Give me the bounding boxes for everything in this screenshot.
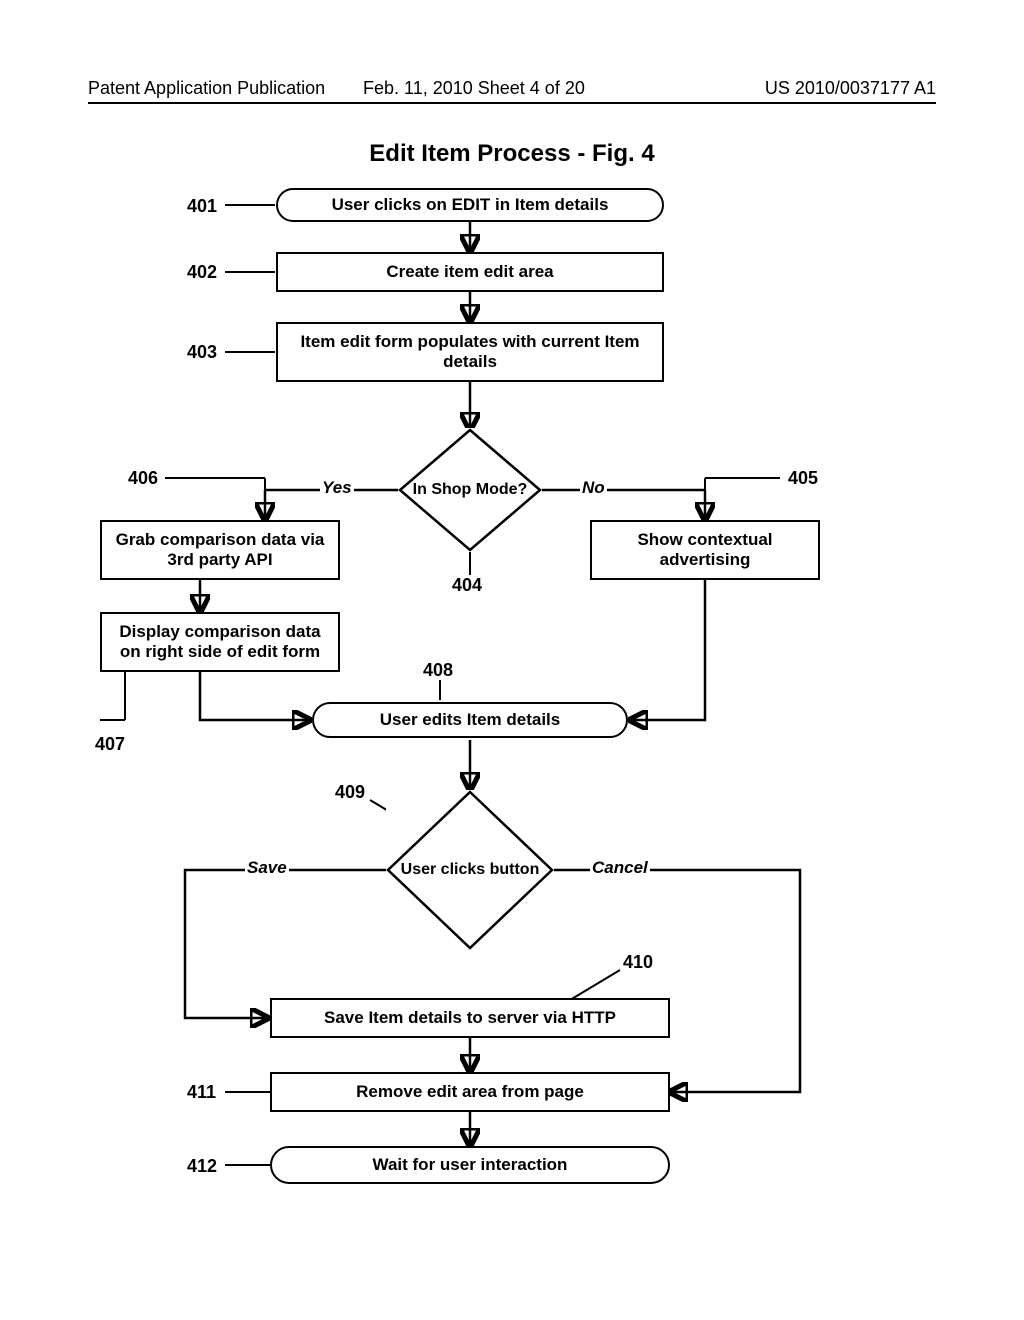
ref-401: 401 — [187, 196, 217, 217]
node-404-text: In Shop Mode? — [398, 428, 542, 552]
node-407-text: Display comparison data on right side of… — [102, 618, 338, 665]
ref-411: 411 — [187, 1082, 216, 1103]
ref-409: 409 — [335, 782, 365, 803]
ref-412: 412 — [187, 1156, 217, 1177]
node-403: Item edit form populates with current It… — [276, 322, 664, 382]
node-411: Remove edit area from page — [270, 1072, 670, 1112]
node-409-text: User clicks button — [386, 790, 554, 950]
node-405: Show contextual advertising — [590, 520, 820, 580]
edge-yes: Yes — [320, 478, 354, 498]
node-412-end: Wait for user interaction — [270, 1146, 670, 1184]
node-409-decision: User clicks button — [386, 790, 554, 950]
ref-403: 403 — [187, 342, 217, 363]
ref-402: 402 — [187, 262, 217, 283]
header-rule — [88, 102, 936, 104]
node-410-text: Save Item details to server via HTTP — [314, 1004, 626, 1032]
node-412-text: Wait for user interaction — [363, 1151, 578, 1179]
figure-title: Edit Item Process - Fig. 4 — [0, 140, 1024, 168]
node-403-text: Item edit form populates with current It… — [278, 328, 662, 375]
ref-410: 410 — [623, 952, 653, 973]
node-408-text: User edits Item details — [370, 706, 570, 734]
node-404-decision: In Shop Mode? — [398, 428, 542, 552]
ref-406: 406 — [128, 468, 158, 489]
node-401-text: User clicks on EDIT in Item details — [322, 191, 619, 219]
header-left: Patent Application Publication — [88, 78, 325, 99]
ref-408: 408 — [423, 660, 453, 681]
node-410: Save Item details to server via HTTP — [270, 998, 670, 1038]
node-402: Create item edit area — [276, 252, 664, 292]
node-401-start: User clicks on EDIT in Item details — [276, 188, 664, 222]
edge-no: No — [580, 478, 607, 498]
node-407: Display comparison data on right side of… — [100, 612, 340, 672]
page: Patent Application Publication Feb. 11, … — [0, 0, 1024, 1320]
ref-404: 404 — [452, 575, 482, 596]
ref-407: 407 — [95, 734, 125, 755]
node-402-text: Create item edit area — [376, 258, 563, 286]
header-mid: Feb. 11, 2010 Sheet 4 of 20 — [363, 78, 585, 99]
node-411-text: Remove edit area from page — [346, 1078, 594, 1106]
node-406: Grab comparison data via 3rd party API — [100, 520, 340, 580]
header-right: US 2010/0037177 A1 — [765, 78, 936, 99]
ref-405: 405 — [788, 468, 818, 489]
node-408: User edits Item details — [312, 702, 628, 738]
node-406-text: Grab comparison data via 3rd party API — [102, 526, 338, 573]
edge-cancel: Cancel — [590, 858, 650, 878]
node-405-text: Show contextual advertising — [592, 526, 818, 573]
edge-save: Save — [245, 858, 289, 878]
